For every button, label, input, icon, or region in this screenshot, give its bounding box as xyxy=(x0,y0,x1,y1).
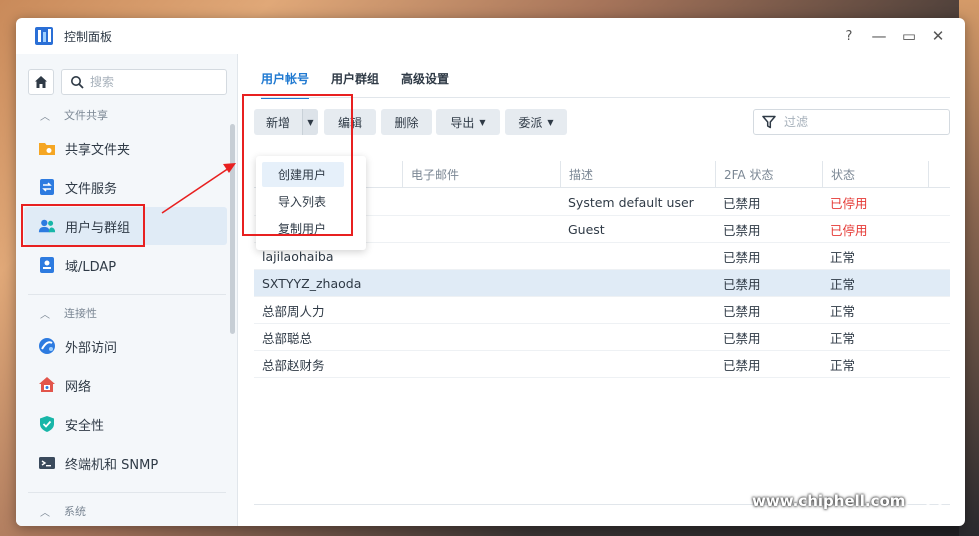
watermark-text: www.chiphell.com xyxy=(752,492,906,510)
annotation-arrow xyxy=(161,163,236,214)
